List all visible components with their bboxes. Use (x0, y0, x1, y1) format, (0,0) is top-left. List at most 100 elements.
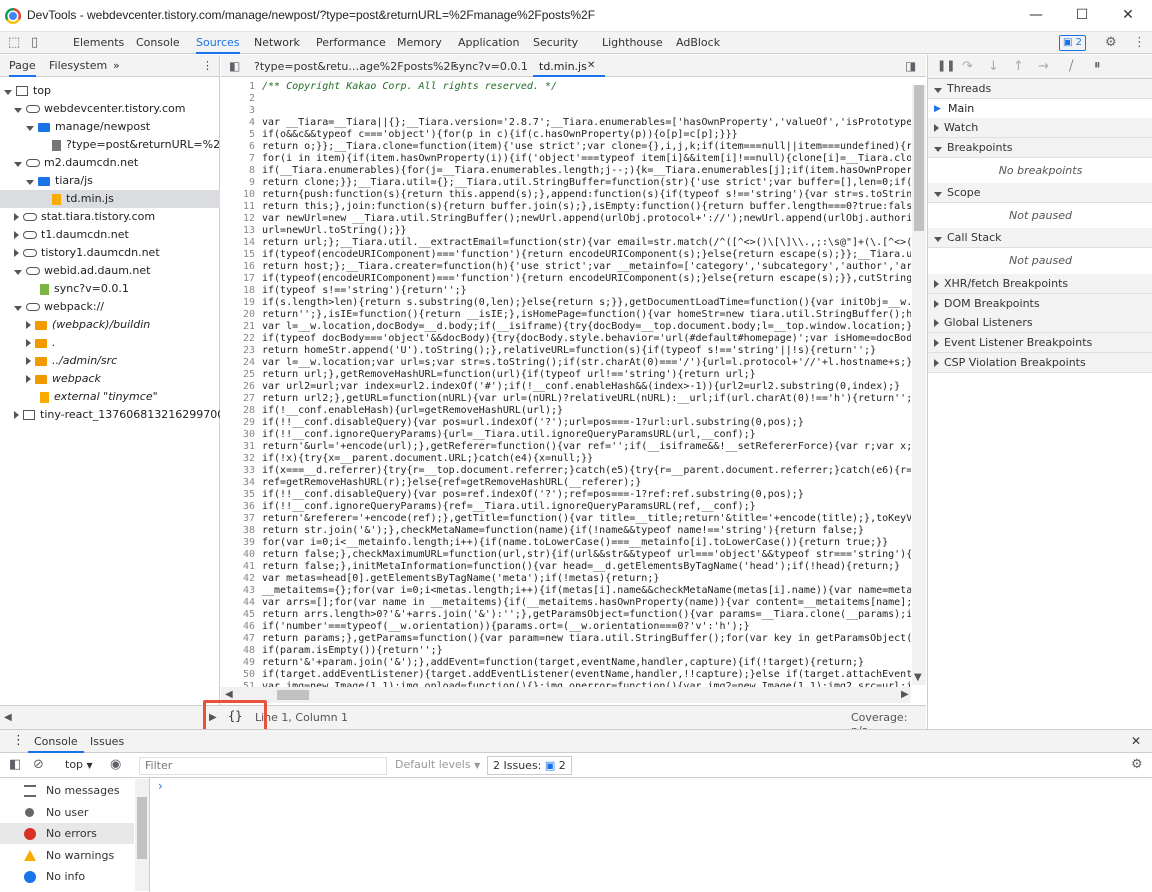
deactivate-breakpoints-icon[interactable]: ⧸ (1069, 59, 1073, 74)
code-line[interactable]: var metas=head[0].getElementsByTagName('… (262, 573, 911, 584)
code-line[interactable]: return url;},getRemoveHashURL=function(u… (262, 369, 911, 380)
tree-item-folder[interactable]: ../admin/src (0, 352, 220, 370)
line-number[interactable]: 47 (221, 633, 255, 644)
line-number[interactable]: 43 (221, 585, 255, 596)
code-line[interactable]: if(!!__conf.ignoreQueryParams){url=__Tia… (262, 429, 911, 440)
tree-item-frame[interactable]: tiny-react_13760681321629970038580 (0, 406, 220, 424)
console-settings-gear-icon[interactable]: ⚙ (1131, 757, 1143, 772)
code-line[interactable]: __metaitems={};for(var i=0;i<metas.lengt… (262, 585, 911, 596)
pause-icon[interactable]: ❚❚ (937, 59, 955, 72)
tab-security[interactable]: Security (533, 32, 578, 54)
scroll-thumb[interactable] (137, 797, 147, 859)
tree-item-folder[interactable]: webpack (0, 370, 220, 388)
toggle-debugger-icon[interactable]: ◨ (905, 59, 916, 73)
context-selector[interactable]: top ▼ (65, 758, 93, 771)
code-line[interactable]: if(!!__conf.disableQuery){var pos=ref.in… (262, 489, 911, 500)
tree-item-top[interactable]: top (0, 82, 220, 100)
line-number[interactable]: 10 (221, 189, 255, 200)
line-number[interactable]: 3 (221, 105, 255, 116)
minimize-button[interactable]: — (1013, 0, 1059, 32)
close-drawer-icon[interactable]: ✕ (1131, 734, 1141, 748)
file-tab[interactable]: ?type=post&retu…age%2Fposts%2F (254, 60, 457, 73)
code-view[interactable]: 1 /** Copyright Kakao Corp. All rights re… (221, 81, 911, 689)
line-number[interactable]: 6 (221, 141, 255, 152)
code-line[interactable]: var url2=url;var index=url2.indexOf('#')… (262, 381, 911, 392)
console-prompt-icon[interactable]: › (158, 779, 163, 793)
event-listener-breakpoints-section[interactable]: Event Listener Breakpoints (928, 333, 1152, 353)
line-number[interactable]: 23 (221, 345, 255, 356)
code-line[interactable]: url=newUrl.toString();}} (262, 225, 911, 236)
code-line[interactable]: var newUrl=new __Tiara.util.StringBuffer… (262, 213, 911, 224)
csp-violation-breakpoints-section[interactable]: CSP Violation Breakpoints (928, 353, 1152, 373)
tree-item-domain[interactable]: t1.daumcdn.net (0, 226, 220, 244)
tab-memory[interactable]: Memory (397, 32, 442, 54)
code-line[interactable]: return str.join('&');},checkMetaName=fun… (262, 525, 911, 536)
code-line[interactable]: return'&url='+encode(url);},getReferer=f… (262, 441, 911, 452)
inspect-icon[interactable]: ⬚ (8, 35, 20, 50)
line-number[interactable]: 27 (221, 393, 255, 404)
code-line[interactable]: if(param.isEmpty()){return'';} (262, 645, 911, 656)
line-number[interactable]: 46 (221, 621, 255, 632)
code-line[interactable]: var l=__w.location,docBody=__d.body;if(_… (262, 321, 911, 332)
drawer-menu-icon[interactable]: ⋮ (12, 733, 25, 748)
console-sidebar-scrollbar[interactable] (135, 779, 149, 891)
tab-filesystem[interactable]: Filesystem (49, 59, 107, 72)
tab-sources[interactable]: Sources (196, 32, 240, 54)
scroll-left-arrow-icon[interactable]: ◀ (225, 689, 233, 700)
line-number[interactable]: 37 (221, 513, 255, 524)
close-tab-icon[interactable]: ✕ (587, 60, 595, 71)
line-number[interactable]: 35 (221, 489, 255, 500)
code-line[interactable]: return params;},getParams=function(){var… (262, 633, 911, 644)
sidebar-item-messages[interactable]: No messages (0, 780, 134, 801)
line-number[interactable]: 40 (221, 549, 255, 560)
scroll-left-arrow-icon[interactable]: ◀ (4, 712, 12, 723)
drawer-tab-issues[interactable]: Issues (90, 735, 124, 748)
code-line[interactable]: return o;}};__Tiara.clone=function(item)… (262, 141, 911, 152)
line-number[interactable]: 45 (221, 609, 255, 620)
line-number[interactable]: 8 (221, 165, 255, 176)
close-window-button[interactable]: ✕ (1105, 0, 1151, 32)
code-line[interactable]: for(i in item){if(item.hasOwnProperty(i)… (262, 153, 911, 164)
issues-badge[interactable]: ▣ 2 (1059, 35, 1087, 51)
file-tab-active[interactable]: td.min.js (533, 60, 605, 77)
code-line[interactable]: var l=__w.location;var url=s;var str=s.t… (262, 357, 911, 368)
settings-gear-icon[interactable]: ⚙ (1105, 35, 1117, 50)
code-line[interactable]: if(s.length>len){return s.substring(0,le… (262, 297, 911, 308)
live-expression-eye-icon[interactable]: ◉ (110, 757, 121, 772)
sidebar-item-user-messages[interactable]: No user messages (0, 802, 134, 840)
line-number[interactable]: 48 (221, 645, 255, 656)
tree-item-folder[interactable]: (webpack)/buildin (0, 316, 220, 334)
tree-item-domain[interactable]: tistory1.daumcdn.net (0, 244, 220, 262)
step-icon[interactable]: → (1038, 59, 1049, 74)
code-line[interactable]: return arrs.length>0?'&'+arrs.join('&'):… (262, 609, 911, 620)
code-line[interactable]: return this;},join:function(s){return bu… (262, 201, 911, 212)
line-number[interactable]: 30 (221, 429, 255, 440)
line-number[interactable]: 4 (221, 117, 255, 128)
tree-item-file[interactable]: sync?v=0.0.1 (0, 280, 220, 298)
tree-item-folder[interactable]: tiara/js (0, 172, 220, 190)
line-number[interactable]: 12 (221, 213, 255, 224)
scroll-thumb[interactable] (277, 690, 309, 700)
step-out-icon[interactable]: ↑ (1013, 59, 1024, 74)
scroll-right-arrow-icon[interactable]: ▶ (901, 689, 909, 700)
line-number[interactable]: 17 (221, 273, 255, 284)
line-number[interactable]: 24 (221, 357, 255, 368)
tab-application[interactable]: Application (458, 32, 519, 54)
more-menu-icon[interactable]: ⋮ (1133, 35, 1146, 50)
code-line[interactable]: if(typeof docBody==='object'&&docBody){t… (262, 333, 911, 344)
line-number[interactable]: 41 (221, 561, 255, 572)
code-line[interactable]: if(o&&c&&typeof c==='object'){for(p in c… (262, 129, 911, 140)
dom-breakpoints-section[interactable]: DOM Breakpoints (928, 294, 1152, 314)
code-line[interactable]: return host;};__Tiara.creater=function(h… (262, 261, 911, 272)
filter-input[interactable]: Filter (139, 757, 387, 775)
clear-console-icon[interactable]: ⊘ (33, 757, 44, 772)
line-number[interactable]: 2 (221, 93, 255, 104)
editor-vertical-scrollbar[interactable] (912, 85, 926, 685)
line-number[interactable]: 19 (221, 297, 255, 308)
xhr-breakpoints-section[interactable]: XHR/fetch Breakpoints (928, 274, 1152, 294)
sidebar-item-warnings[interactable]: No warnings (0, 845, 134, 866)
line-number[interactable]: 25 (221, 369, 255, 380)
tree-item-file[interactable]: external "tinymce" (0, 388, 220, 406)
line-number[interactable]: 32 (221, 453, 255, 464)
line-number[interactable]: 18 (221, 285, 255, 296)
